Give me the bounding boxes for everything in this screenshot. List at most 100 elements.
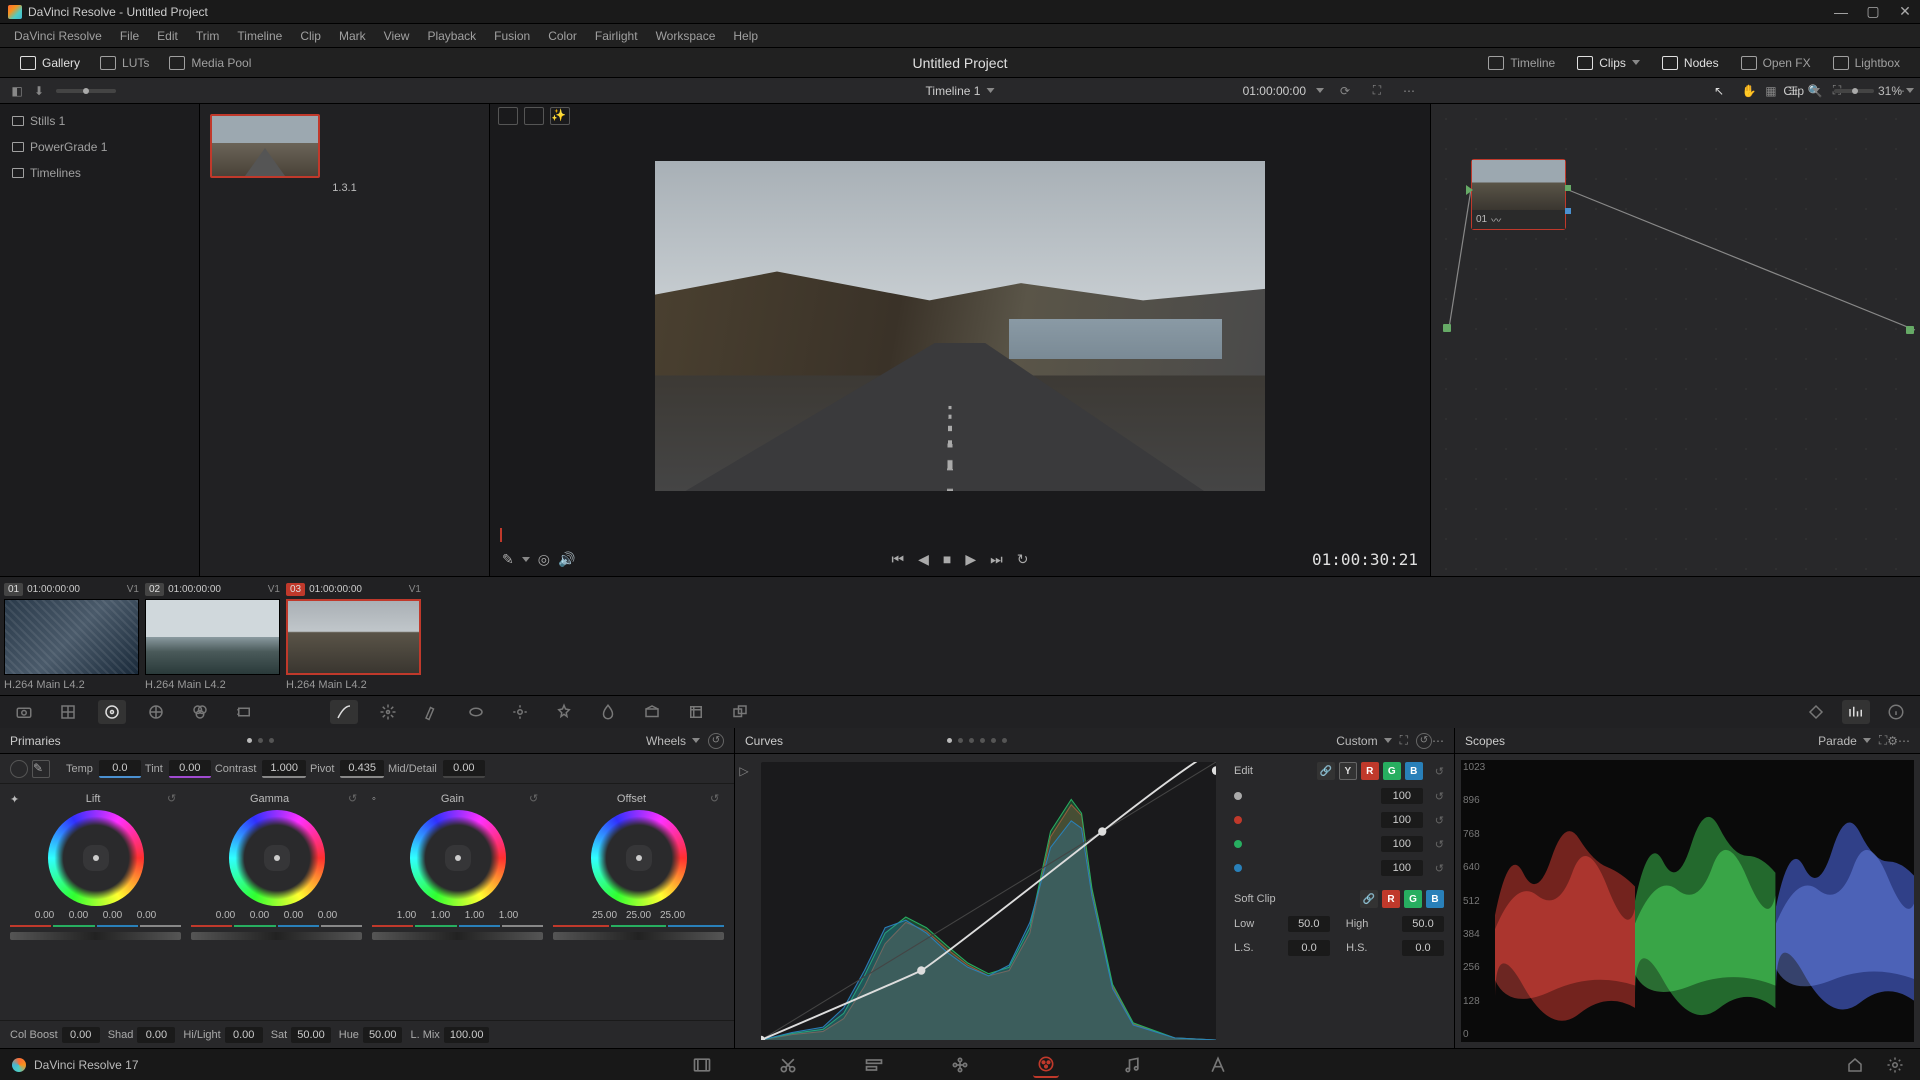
softclip-r-button[interactable]: R (1382, 890, 1400, 908)
g-channel-button[interactable]: G (1383, 762, 1401, 780)
gain-master-wheel[interactable] (372, 932, 543, 940)
curves-expand-icon[interactable]: ⛶ (1400, 733, 1408, 748)
viewer-split-icon[interactable] (524, 107, 544, 125)
temp-field[interactable]: 0.0 (99, 760, 141, 778)
curves-palette-icon[interactable] (330, 700, 358, 724)
menu-fairlight[interactable]: Fairlight (587, 26, 646, 46)
audio-icon[interactable]: 🔊 (558, 551, 575, 568)
fairlight-page-icon[interactable] (1119, 1052, 1145, 1078)
lmix-field[interactable]: 100.00 (444, 1027, 490, 1043)
hand-tool-icon[interactable]: ✋ (1738, 80, 1760, 102)
colboost-field[interactable]: 0.00 (62, 1027, 100, 1043)
offset-master-wheel[interactable] (553, 932, 724, 940)
camera-raw-icon[interactable] (10, 700, 38, 724)
cut-page-icon[interactable] (775, 1052, 801, 1078)
color-warper-icon[interactable] (374, 700, 402, 724)
corrector-node[interactable]: 01〰 (1471, 159, 1566, 230)
menu-color[interactable]: Color (540, 26, 585, 46)
deliver-page-icon[interactable] (1205, 1052, 1231, 1078)
menu-view[interactable]: View (376, 26, 418, 46)
menu-fusion[interactable]: Fusion (486, 26, 538, 46)
color-wheels-icon[interactable] (98, 700, 126, 724)
intensity-b-field[interactable]: 100 (1381, 860, 1423, 876)
still-thumbnail[interactable] (210, 114, 320, 178)
gallery-item-powergrade[interactable]: PowerGrade 1 (0, 134, 199, 160)
primaries-mode-selector[interactable]: Wheels (646, 734, 700, 748)
softclip-ls-field[interactable]: 0.0 (1288, 940, 1330, 956)
curves-more-icon[interactable]: ⋯ (1432, 734, 1444, 748)
gallery-item-stills[interactable]: Stills 1 (0, 108, 199, 134)
minimize-button[interactable]: — (1834, 5, 1848, 19)
reset-icon[interactable]: ↺ (529, 792, 543, 806)
scopes-icon[interactable] (1842, 700, 1870, 724)
gamma-master-wheel[interactable] (191, 932, 362, 940)
qualifier-icon[interactable] (418, 700, 446, 724)
arrow-tool-icon[interactable]: ↖ (1708, 80, 1730, 102)
curves-reset-icon[interactable] (1416, 733, 1432, 749)
lift-color-wheel[interactable] (48, 810, 144, 906)
3d-icon[interactable] (726, 700, 754, 724)
home-icon[interactable] (1842, 1052, 1868, 1078)
intensity-g-field[interactable]: 100 (1381, 836, 1423, 852)
info-icon[interactable] (1882, 700, 1910, 724)
reset-icon[interactable]: ↺ (348, 792, 362, 806)
node-alpha-output-icon[interactable] (1565, 208, 1571, 214)
blur-icon[interactable] (594, 700, 622, 724)
viewer-canvas[interactable] (490, 128, 1430, 524)
link-channels-icon[interactable]: 🔗 (1317, 762, 1335, 780)
project-settings-icon[interactable] (1882, 1052, 1908, 1078)
edit-page-icon[interactable] (861, 1052, 887, 1078)
softclip-b-button[interactable]: B (1426, 890, 1444, 908)
timeline-selector[interactable]: Timeline 1 (926, 84, 995, 98)
media-page-icon[interactable] (689, 1052, 715, 1078)
tracker-icon[interactable] (506, 700, 534, 724)
maximize-button[interactable]: ▢ (1866, 5, 1880, 19)
luts-toggle[interactable]: LUTs (90, 52, 159, 74)
reset-icon[interactable]: ↺ (167, 792, 181, 806)
viewer-scrubber[interactable] (500, 528, 1420, 542)
gallery-toggle[interactable]: Gallery (10, 52, 90, 74)
menu-edit[interactable]: Edit (149, 26, 186, 46)
gain-color-wheel[interactable] (410, 810, 506, 906)
magic-mask-icon[interactable] (550, 700, 578, 724)
menu-davinci[interactable]: DaVinci Resolve (6, 26, 110, 46)
node-input-icon[interactable] (1466, 185, 1473, 195)
menu-timeline[interactable]: Timeline (229, 26, 290, 46)
menu-help[interactable]: Help (725, 26, 766, 46)
node-more-icon[interactable]: ⋯ (1888, 80, 1910, 102)
black-point-picker-icon[interactable]: ◦ (372, 793, 376, 805)
reset-icon[interactable]: ↺ (1435, 862, 1444, 875)
offset-color-wheel[interactable] (591, 810, 687, 906)
intensity-y-field[interactable]: 100 (1381, 788, 1423, 804)
sizing-icon[interactable] (682, 700, 710, 724)
hilight-field[interactable]: 0.00 (225, 1027, 263, 1043)
menu-playback[interactable]: Playback (419, 26, 484, 46)
curves-mode-selector[interactable]: Custom (1336, 734, 1391, 748)
lightbox-toggle[interactable]: Lightbox (1823, 52, 1910, 74)
menu-file[interactable]: File (112, 26, 147, 46)
reset-icon[interactable]: ↺ (1435, 765, 1444, 778)
close-button[interactable]: ✕ (1898, 5, 1912, 19)
first-frame-icon[interactable]: ⏮ (892, 551, 905, 568)
qualifier-picker-icon[interactable]: ✎ (502, 551, 514, 568)
softclip-g-button[interactable]: G (1404, 890, 1422, 908)
unmix-icon[interactable]: ◎ (538, 551, 550, 568)
clip-thumbnail[interactable]: 0201:00:00:00V1 H.264 Main L4.2 (145, 581, 280, 691)
clip-thumbnail[interactable]: 0101:00:00:00V1 H.264 Main L4.2 (4, 581, 139, 691)
reset-icon[interactable]: ↺ (710, 792, 724, 806)
node-output-icon[interactable] (1565, 185, 1571, 191)
play-icon[interactable]: ▶ (965, 551, 976, 568)
pick-wb-icon[interactable]: ✎ (32, 760, 50, 778)
scopes-mode-selector[interactable]: Parade (1818, 734, 1871, 748)
node-source-icon[interactable] (1443, 324, 1451, 332)
scopes-settings-icon[interactable]: ⚙ (1887, 734, 1898, 748)
contrast-field[interactable]: 1.000 (262, 760, 306, 778)
curves-pager[interactable] (947, 738, 1007, 743)
menu-clip[interactable]: Clip (292, 26, 329, 46)
nodes-toggle[interactable]: Nodes (1652, 52, 1729, 74)
bypass-icon[interactable]: ⟳ (1334, 80, 1356, 102)
node-zoom-slider[interactable] (1834, 89, 1874, 93)
reset-icon[interactable]: ↺ (1435, 814, 1444, 827)
node-graph[interactable]: 01〰 (1430, 104, 1920, 576)
shad-field[interactable]: 0.00 (137, 1027, 175, 1043)
